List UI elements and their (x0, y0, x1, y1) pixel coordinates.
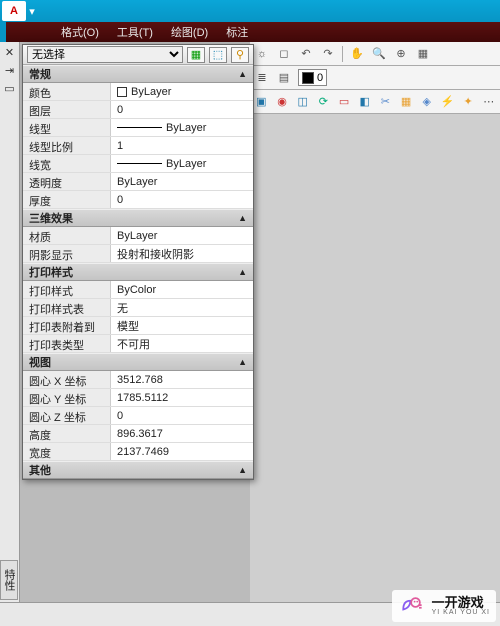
prop-row-ltscale: 线型比例1 (23, 137, 253, 155)
panel-icon[interactable]: ▭ (2, 80, 18, 96)
menu-tools[interactable]: 工具(T) (111, 22, 159, 42)
sun-icon[interactable]: ☼ (254, 46, 270, 62)
section-header-3d[interactable]: 三维效果 ▲ (23, 209, 253, 227)
separator (342, 46, 343, 62)
quick-select-icon[interactable]: ⚲ (231, 47, 249, 63)
zoom-icon[interactable]: 🔍 (371, 46, 387, 62)
prop-row-center-x: 圆心 X 坐标3512.768 (23, 371, 253, 389)
title-bar: A ▾ (0, 0, 500, 22)
palette-dock-strip: ✕ ⇥ ▭ (0, 42, 20, 602)
collapse-icon: ▲ (238, 357, 247, 367)
prop-row-layer: 图层0 (23, 101, 253, 119)
layer-filter-icon[interactable]: ▤ (276, 70, 292, 86)
qat-dropdown-icon[interactable]: ▾ (26, 1, 38, 21)
layer-props-icon[interactable]: ≣ (254, 70, 270, 86)
watermark: 一开游戏 YI KAI YOU XI (392, 590, 496, 622)
watermark-logo-icon (398, 592, 426, 620)
section-view: 视图 ▲ 圆心 X 坐标3512.768 圆心 Y 坐标1785.5112 圆心… (23, 353, 253, 461)
prop-row-center-y: 圆心 Y 坐标1785.5112 (23, 389, 253, 407)
offset-icon[interactable]: ◈ (419, 94, 434, 110)
color-swatch-icon (117, 87, 127, 97)
selection-combo[interactable]: 无选择 (27, 46, 183, 63)
menu-format[interactable]: 格式(O) (55, 22, 105, 42)
watermark-text-en: YI KAI YOU XI (432, 609, 490, 616)
bolt-icon[interactable]: ⚡ (440, 94, 455, 110)
undo-icon[interactable]: ↶ (298, 46, 314, 62)
section-header-view[interactable]: 视图 ▲ (23, 353, 253, 371)
orbit-icon[interactable]: ⊕ (393, 46, 409, 62)
modify-toolbar: ▣ ◉ ◫ ⟳ ▭ ◧ ✂ ▦ ◈ ⚡ ✦ ⋯ (250, 90, 500, 114)
section-header-general[interactable]: 常规 ▲ (23, 65, 253, 83)
tool-icon[interactable]: ◻ (276, 46, 292, 62)
prop-row-plotstyle: 打印样式ByColor (23, 281, 253, 299)
section-header-plotstyle[interactable]: 打印样式 ▲ (23, 263, 253, 281)
section-3d: 三维效果 ▲ 材质ByLayer 阴影显示投射和接收阴影 (23, 209, 253, 263)
layer-name: 0 (317, 72, 323, 84)
prop-row-material: 材质ByLayer (23, 227, 253, 245)
collapse-icon: ▲ (238, 69, 247, 79)
redo-icon[interactable]: ↷ (320, 46, 336, 62)
pin-icon[interactable]: ⇥ (2, 62, 18, 78)
grid-icon[interactable]: ▦ (415, 46, 431, 62)
app-brand-letter: A (10, 5, 18, 17)
prop-row-plottype: 打印表类型不可用 (23, 335, 253, 353)
more-icon[interactable]: ⋯ (481, 94, 496, 110)
layers-toolbar: ≣ ▤ 0 (250, 66, 500, 90)
menu-draw[interactable]: 绘图(D) (165, 22, 214, 42)
layer-combo[interactable]: 0 (298, 69, 327, 86)
prop-row-color: 颜色ByLayer (23, 83, 253, 101)
select-objects-icon[interactable]: ⬚ (209, 47, 227, 63)
app-menu-button[interactable]: A (2, 1, 26, 21)
table-icon[interactable]: ▦ (399, 94, 414, 110)
trim-icon[interactable]: ✂ (378, 94, 393, 110)
rotate-icon[interactable]: ⟳ (316, 94, 331, 110)
linetype-preview (117, 127, 162, 128)
prop-row-height: 高度896.3617 (23, 425, 253, 443)
section-header-other[interactable]: 其他 ▲ (23, 461, 253, 479)
collapse-icon: ▲ (238, 465, 247, 475)
drawing-area[interactable]: ☼ ◻ ↶ ↷ ✋ 🔍 ⊕ ▦ ≣ ▤ 0 ▣ ◉ ◫ ⟳ ▭ ◧ ✂ ▦ ◈ … (250, 42, 500, 602)
section-other: 其他 ▲ (23, 461, 253, 479)
collapse-icon: ▲ (238, 267, 247, 277)
prop-row-center-z: 圆心 Z 坐标0 (23, 407, 253, 425)
close-icon[interactable]: ✕ (2, 44, 18, 60)
watermark-text-cn: 一开游戏 (432, 596, 490, 609)
properties-header: 无选择 ▦ ⬚ ⚲ (23, 45, 253, 65)
prop-row-plottable: 打印样式表无 (23, 299, 253, 317)
scale-icon[interactable]: ▭ (337, 94, 352, 110)
move-icon[interactable]: ▣ (254, 94, 269, 110)
prop-row-linetype: 线型ByLayer (23, 119, 253, 137)
prop-row-thickness: 厚度0 (23, 191, 253, 209)
properties-palette-tab[interactable]: 特性 (0, 560, 18, 600)
prop-row-shadow: 阴影显示投射和接收阴影 (23, 245, 253, 263)
menu-dimension[interactable]: 标注 (220, 22, 254, 42)
properties-palette: 无选择 ▦ ⬚ ⚲ 常规 ▲ 颜色ByLayer 图层0 线型ByLayer 线… (22, 44, 254, 480)
toggle-pickadd-icon[interactable]: ▦ (187, 47, 205, 63)
star-icon[interactable]: ✦ (461, 94, 476, 110)
copy-icon[interactable]: ◉ (275, 94, 290, 110)
section-plotstyle: 打印样式 ▲ 打印样式ByColor 打印样式表无 打印表附着到模型 打印表类型… (23, 263, 253, 353)
collapse-icon: ▲ (238, 213, 247, 223)
prop-row-transparency: 透明度ByLayer (23, 173, 253, 191)
pan-icon[interactable]: ✋ (349, 46, 365, 62)
prop-row-plotattach: 打印表附着到模型 (23, 317, 253, 335)
layer-color-swatch (302, 72, 314, 84)
menu-bar: 格式(O) 工具(T) 绘图(D) 标注 (0, 22, 500, 42)
stretch-icon[interactable]: ◫ (295, 94, 310, 110)
lineweight-preview (117, 163, 162, 164)
section-general: 常规 ▲ 颜色ByLayer 图层0 线型ByLayer 线型比例1 线宽ByL… (23, 65, 253, 209)
mirror-icon[interactable]: ◧ (357, 94, 372, 110)
standard-toolbar: ☼ ◻ ↶ ↷ ✋ 🔍 ⊕ ▦ (250, 42, 500, 66)
prop-row-width: 宽度2137.7469 (23, 443, 253, 461)
prop-row-lineweight: 线宽ByLayer (23, 155, 253, 173)
